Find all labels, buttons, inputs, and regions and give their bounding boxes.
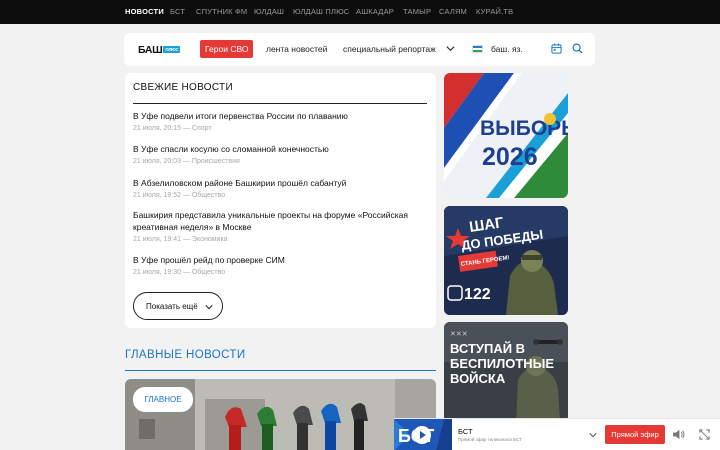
news-item-title[interactable]: В Абзелиловском районе Башкирии прошёл с… — [133, 177, 428, 189]
show-more-button[interactable]: Показать ещё — [133, 292, 223, 320]
news-item-title[interactable]: В Уфе спасли косулю со сломанной конечно… — [133, 143, 428, 155]
bashkortostan-flag-icon — [472, 45, 483, 53]
heroes-svo-button[interactable]: Герои СВО — [200, 40, 254, 58]
chevron-down-icon[interactable] — [589, 431, 597, 439]
elections-line2: 2026 — [482, 143, 538, 171]
topnav-item-salyam[interactable]: САЛЯМ — [439, 7, 467, 16]
site-logo[interactable]: БАШ ПЛЮС — [138, 44, 181, 56]
news-item-title[interactable]: В Уфе подвели итоги первенства России по… — [133, 110, 428, 122]
victory-step-banner[interactable]: ШАГ ДО ПОБЕДЫ СТАНЬ ГЕРОЕМ! 122 — [444, 206, 568, 315]
live-broadcast-button[interactable]: Прямой эфир — [605, 425, 665, 444]
divider — [125, 370, 436, 371]
elections-2026-graphic: ВЫБОРЫ 2026 — [444, 73, 568, 198]
main-news-badge[interactable]: ГЛАВНОЕ — [133, 387, 193, 412]
topnav-item-news[interactable]: НОВОСТИ — [125, 7, 164, 16]
live-player-bar: БСТ БСТ Прямой эфир телеканала БСТ Прямо… — [394, 418, 720, 450]
drone-line1: ВСТУПАЙ В — [450, 341, 525, 356]
news-item[interactable]: В Уфе прошёл рейд по проверке СИМ 21 июл… — [133, 254, 428, 276]
news-item-title[interactable]: Башкирия представила уникальные проекты … — [133, 209, 428, 233]
news-item[interactable]: В Уфе спасли косулю со сломанной конечно… — [133, 143, 428, 165]
language-switch[interactable]: баш. яз. — [491, 44, 523, 54]
elections-banner[interactable]: ВЫБОРЫ 2026 — [444, 73, 568, 198]
drone-troops-banner[interactable]: ✕✕✕ ВСТУПАЙ В БЕСПИЛОТНЫЕ ВОЙСКА — [444, 322, 568, 422]
topnav-item-tamyr[interactable]: ТАМЫР — [403, 7, 431, 16]
topnav-item-bst[interactable]: БСТ — [170, 7, 185, 16]
fullscreen-icon[interactable] — [699, 429, 710, 440]
main-news-title: ГЛАВНЫЕ НОВОСТИ — [125, 349, 246, 361]
news-feed-link[interactable]: лента новостей — [266, 44, 327, 54]
svg-text:✕✕✕: ✕✕✕ — [450, 331, 468, 338]
topnav-item-yuldash[interactable]: ЮЛДАШ — [254, 7, 284, 16]
chevron-down-icon[interactable] — [446, 44, 455, 53]
player-thumbnail[interactable]: БСТ — [394, 419, 452, 450]
logo-badge: ПЛЮС — [163, 46, 181, 53]
drone-line3: ВОЙСКА — [450, 371, 506, 386]
news-item-meta: 21 июля, 19:52 — Общество — [133, 192, 226, 199]
site-header: БАШ ПЛЮС Герои СВО лента новостей специал… — [124, 33, 595, 66]
victory-step-graphic: ШАГ ДО ПОБЕДЫ СТАНЬ ГЕРОЕМ! 122 — [444, 206, 568, 315]
topnav-item-kurai-tv[interactable]: КУРАЙ.ТВ — [476, 7, 513, 16]
search-icon[interactable] — [572, 43, 583, 54]
drone-line2: БЕСПИЛОТНЫЕ — [450, 356, 554, 371]
victory-phone: 122 — [464, 286, 491, 303]
logo-text: БАШ — [138, 44, 163, 56]
special-report-link[interactable]: специальный репортаж — [343, 44, 436, 54]
news-item-meta: 21 июля, 19:30 — Общество — [133, 269, 226, 276]
player-subtitle: Прямой эфир телеканала БСТ — [458, 437, 522, 442]
chevron-down-icon — [205, 305, 213, 310]
calendar-icon[interactable] — [551, 43, 562, 54]
topnav-item-yuldash-plus[interactable]: ЮЛДАШ ПЛЮС — [293, 7, 349, 16]
drone-troops-graphic: ✕✕✕ ВСТУПАЙ В БЕСПИЛОТНЫЕ ВОЙСКА — [444, 322, 568, 422]
news-item[interactable]: В Абзелиловском районе Башкирии прошёл с… — [133, 177, 428, 199]
news-item-meta: 21 июля, 20:15 — Спорт — [133, 125, 212, 132]
fresh-news-title: СВЕЖИЕ НОВОСТИ — [133, 82, 233, 93]
show-more-label: Показать ещё — [146, 302, 198, 311]
news-item[interactable]: Башкирия представила уникальные проекты … — [133, 209, 428, 243]
news-item[interactable]: В Уфе подвели итоги первенства России по… — [133, 110, 428, 132]
fresh-news-card: СВЕЖИЕ НОВОСТИ В Уфе подвели итоги перве… — [125, 73, 436, 328]
player-channel-name: БСТ — [458, 427, 473, 436]
play-icon — [420, 431, 426, 439]
top-navigation-bar: НОВОСТИ БСТ СПУТНИК ФМ ЮЛДАШ ЮЛДАШ ПЛЮС … — [0, 0, 720, 24]
news-item-title[interactable]: В Уфе прошёл рейд по проверке СИМ — [133, 254, 428, 266]
volume-icon[interactable] — [672, 429, 685, 440]
play-button[interactable] — [413, 426, 431, 444]
topnav-item-ashkadar[interactable]: АШКАДАР — [356, 7, 394, 16]
news-item-meta: 21 июля, 19:41 — Экономика — [133, 236, 228, 243]
divider — [133, 103, 427, 104]
news-item-meta: 21 июля, 20:03 — Происшествия — [133, 158, 240, 165]
topnav-item-sputnik-fm[interactable]: СПУТНИК ФМ — [196, 7, 247, 16]
